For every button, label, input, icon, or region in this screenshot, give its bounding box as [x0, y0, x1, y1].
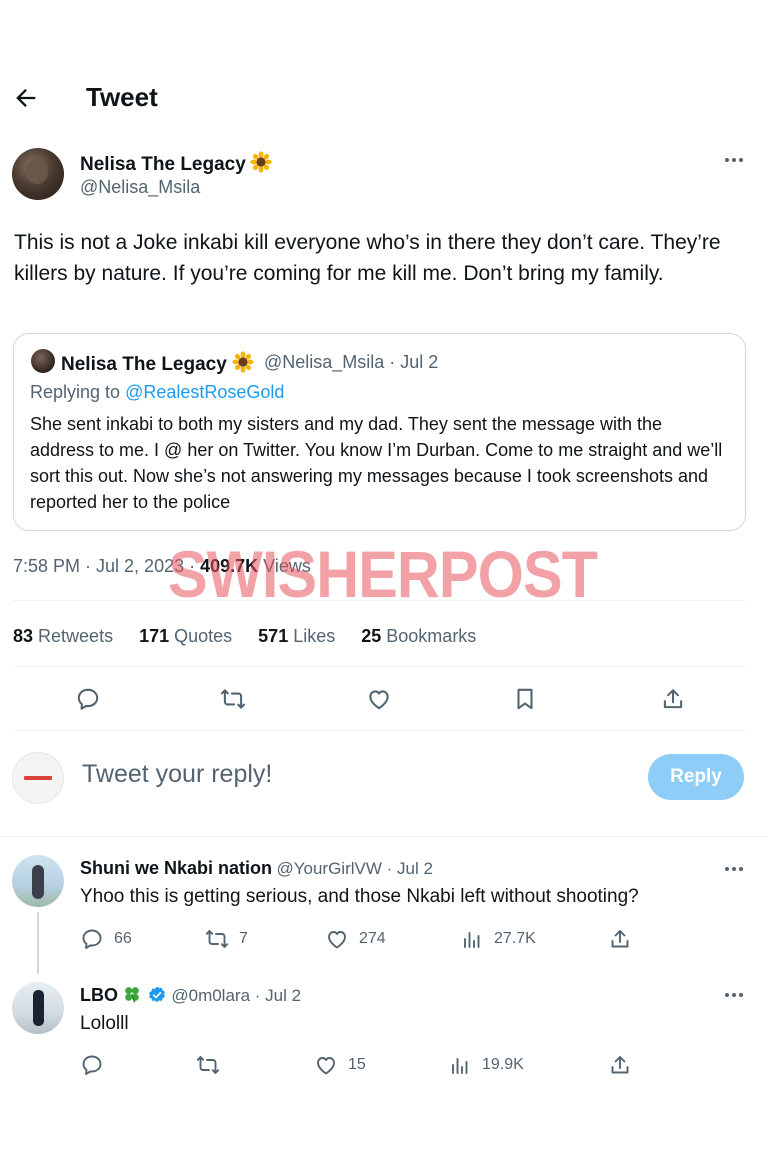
like-count-value: 15 [348, 1056, 366, 1073]
reply-count[interactable]: 66 [80, 927, 132, 951]
share-icon[interactable] [608, 927, 632, 951]
view-count[interactable]: 19.9K [448, 1053, 524, 1077]
divider [13, 730, 746, 731]
reply-count[interactable] [80, 1053, 114, 1077]
reply-icon [82, 929, 102, 949]
quoted-author-name-row: Nelisa The Legacy [61, 351, 254, 376]
more-options-icon[interactable] [722, 148, 746, 172]
bookmark-icon[interactable] [512, 686, 538, 712]
share-icon[interactable] [660, 686, 686, 712]
replying-to-prefix: Replying to [30, 382, 126, 402]
divider [0, 836, 768, 837]
retweets-stat[interactable]: 83 Retweets [13, 626, 113, 647]
retweet-icon[interactable] [220, 686, 246, 712]
like-count-value: 274 [359, 930, 386, 947]
reply-input[interactable]: Tweet your reply! [82, 760, 272, 789]
quoted-author-name: Nelisa The Legacy [61, 354, 227, 375]
retweet-count[interactable]: 7 [205, 927, 248, 951]
reply-author-handle-date[interactable]: @YourGirlVW · Jul 2 [276, 859, 432, 878]
divider [13, 666, 746, 667]
like-icon[interactable] [366, 686, 392, 712]
quoted-author-avatar [31, 349, 55, 373]
tweet-stats-row: 83 Retweets 171 Quotes 571 Likes 25 Book… [13, 626, 476, 647]
like-count[interactable]: 15 [314, 1053, 366, 1077]
reply-author-avatar[interactable] [12, 855, 64, 907]
view-count-value: 19.9K [482, 1056, 524, 1073]
replying-to: Replying to @RealestRoseGold [30, 382, 284, 403]
bookmarks-stat[interactable]: 25 Bookmarks [361, 626, 476, 647]
reply-author-name[interactable]: Shuni we Nkabi nation [80, 858, 272, 878]
author-name-row[interactable]: Nelisa The Legacy [80, 151, 272, 176]
retweet-icon [205, 930, 229, 948]
like-icon [317, 1057, 335, 1075]
likes-stat[interactable]: 571 Likes [258, 626, 335, 647]
reply-author-name[interactable]: LBO [80, 985, 118, 1005]
brand-logo-icon [24, 776, 52, 780]
quotes-stat[interactable]: 171 Quotes [139, 626, 232, 647]
sunflower-icon [232, 351, 254, 373]
quoted-author-handle: @Nelisa_Msila · Jul 2 [264, 352, 439, 372]
reply-count-value: 66 [114, 930, 132, 947]
back-arrow-icon[interactable] [12, 84, 40, 112]
analytics-icon [464, 932, 480, 948]
replying-to-link[interactable]: @RealestRoseGold [125, 382, 284, 402]
retweet-icon [196, 1056, 220, 1074]
divider [13, 600, 746, 601]
share-icon[interactable] [608, 1053, 632, 1077]
author-handle[interactable]: @Nelisa_Msila [80, 177, 200, 198]
reply-icon[interactable] [75, 686, 101, 712]
analytics-icon [452, 1058, 468, 1074]
reply-author-avatar[interactable] [12, 982, 64, 1034]
tweet-text: This is not a Joke inkabi kill everyone … [14, 231, 721, 285]
more-options-icon[interactable] [722, 983, 746, 1007]
reply-header: LBO @0m0lara · Jul 2 [80, 984, 301, 1006]
four-leaf-clover-icon [125, 987, 140, 1003]
reply-text: Yhoo this is getting serious, and those … [80, 886, 639, 907]
thread-connector-line [37, 912, 39, 974]
retweet-count-value: 7 [239, 930, 248, 947]
more-options-icon[interactable] [722, 857, 746, 881]
current-user-avatar[interactable] [12, 752, 64, 804]
like-count[interactable]: 274 [325, 927, 386, 951]
reply-button[interactable]: Reply [648, 754, 744, 800]
author-avatar[interactable] [12, 148, 64, 200]
page-title: Tweet [86, 82, 158, 112]
view-count[interactable]: 27.7K [460, 927, 536, 951]
reply-text: Lololll [80, 1013, 129, 1034]
reply-header: Shuni we Nkabi nation @YourGirlVW · Jul … [80, 858, 433, 879]
author-name[interactable]: Nelisa The Legacy [80, 154, 246, 175]
reply-icon [82, 1055, 102, 1075]
retweet-count[interactable] [196, 1053, 230, 1077]
sunflower-icon [250, 151, 272, 173]
verified-badge-icon[interactable] [147, 985, 167, 1005]
reply-author-handle-date[interactable]: @0m0lara · Jul 2 [171, 986, 301, 1005]
quoted-tweet-text: She sent inkabi to both my sisters and m… [30, 414, 723, 512]
view-count-value: 27.7K [494, 930, 536, 947]
like-icon [328, 931, 346, 949]
